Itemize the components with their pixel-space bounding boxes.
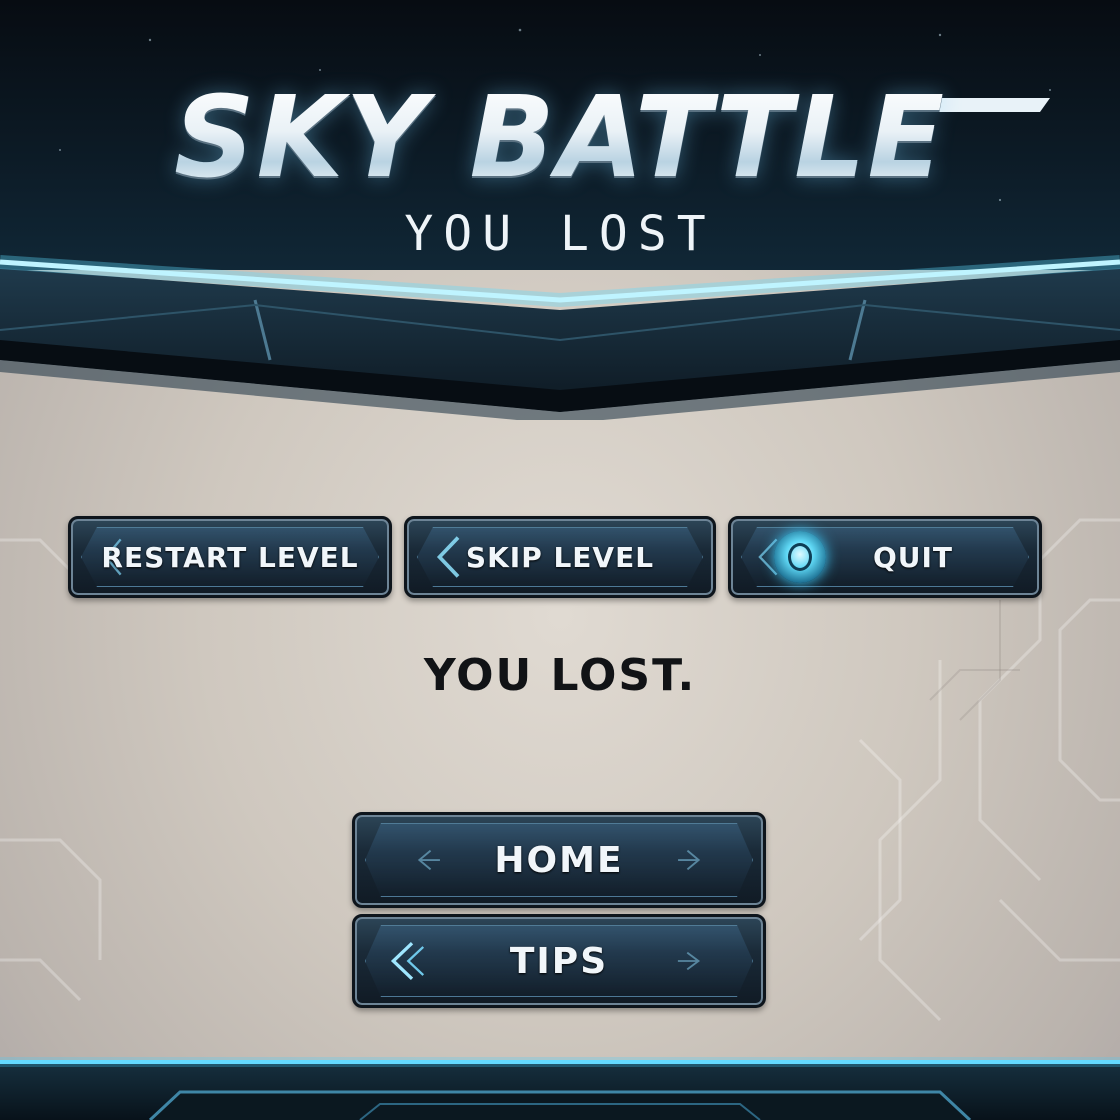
tips-label: TIPS — [509, 940, 609, 982]
restart-level-button[interactable]: RESTART LEVEL — [68, 516, 392, 598]
status-message: YOU LOST. — [423, 650, 697, 701]
home-label: HOME — [494, 839, 624, 881]
restart-level-label: RESTART LEVEL — [101, 540, 359, 574]
power-orb-icon — [774, 531, 826, 583]
footer-frame — [0, 1057, 1120, 1120]
game-title: SKY BATTLE — [0, 78, 1120, 198]
skip-level-label: SKIP LEVEL — [465, 540, 655, 574]
tips-button[interactable]: TIPS — [352, 914, 766, 1008]
game-over-screen: SKY BATTLE YOU LOST RESTART LEVEL SKIP L… — [0, 0, 1120, 1120]
header-subtitle: YOU LOST — [404, 206, 716, 262]
skip-level-button[interactable]: SKIP LEVEL — [404, 516, 716, 598]
home-button[interactable]: HOME — [352, 812, 766, 908]
header-banner: SKY BATTLE YOU LOST — [0, 0, 1120, 420]
